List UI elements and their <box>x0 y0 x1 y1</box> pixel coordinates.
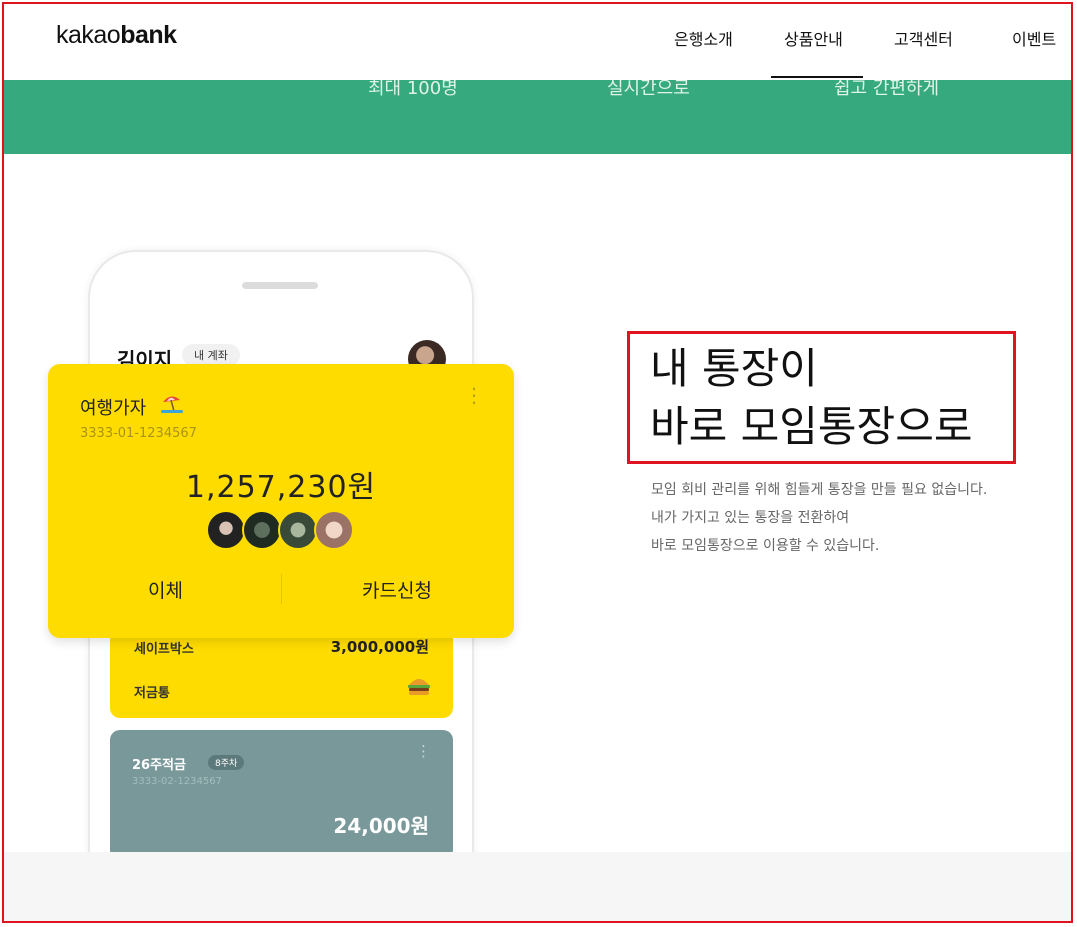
kakaobank-logo[interactable]: kakaobank <box>56 21 177 50</box>
more-vertical-icon[interactable]: ⋮ <box>464 385 484 405</box>
savings-account-number: 3333-02-1234567 <box>132 776 222 787</box>
group-account-card[interactable]: 여행가자 ⋮ 3333-01-1234567 1,257,230원 이체 카드신… <box>48 364 514 638</box>
transfer-button[interactable]: 이체 <box>148 576 183 603</box>
headline-line-2: 바로 모임통장으로 <box>650 402 973 451</box>
burger-icon <box>408 679 430 695</box>
feature-max-members: 최대 100명 <box>368 80 458 99</box>
group-account-balance: 1,257,230원 <box>185 470 377 505</box>
group-account-number: 3333-01-1234567 <box>80 426 197 441</box>
savings-title: 26주적금 <box>132 758 186 773</box>
description-line-1: 모임 회비 관리를 위해 힘들게 통장을 만들 필요 없습니다. <box>651 482 988 498</box>
savings-card[interactable]: 26주적금 8주차 3333-02-1234567 ⋮ 24,000원 <box>110 730 453 860</box>
feature-band: 최대 100명 실시간으로 쉽고 간편하게 <box>4 80 1073 154</box>
nav-item-about[interactable]: 은행소개 <box>674 26 733 50</box>
headline-line-1: 내 통장이 <box>650 344 818 393</box>
phone-speaker <box>242 282 318 289</box>
nav-item-products[interactable]: 상품안내 <box>784 26 843 50</box>
description-line-2: 내가 가지고 있는 통장을 전환하여 <box>651 510 850 526</box>
feature-easy: 쉽고 간편하게 <box>834 80 940 99</box>
avatar <box>278 510 318 550</box>
avatar <box>242 510 282 550</box>
description-line-3: 바로 모임통장으로 이용할 수 있습니다. <box>651 538 880 554</box>
site-header: kakaobank 은행소개 상품안내 고객센터 이벤트 <box>4 4 1073 80</box>
more-vertical-icon[interactable]: ⋮ <box>416 744 431 759</box>
my-account-chip: 내 계좌 <box>182 344 240 366</box>
feature-realtime: 실시간으로 <box>607 80 690 99</box>
savings-amount: 24,000원 <box>333 814 429 838</box>
nav-item-events[interactable]: 이벤트 <box>1012 26 1056 50</box>
beach-umbrella-icon <box>161 396 183 413</box>
logo-text-light: kakao <box>56 21 121 49</box>
hero-description: 모임 회비 관리를 위해 힘들게 통장을 만들 필요 없습니다. 내가 가지고 … <box>651 476 987 560</box>
nav-item-support[interactable]: 고객센터 <box>894 26 953 50</box>
logo-text-bold: bank <box>120 21 177 49</box>
card-apply-button[interactable]: 카드신청 <box>362 576 432 603</box>
avatar <box>206 510 246 550</box>
page-title: 내 통장이 바로 모임통장으로 <box>650 340 972 456</box>
group-account-title: 여행가자 <box>80 398 147 419</box>
avatar <box>314 510 354 550</box>
piggybank-label: 저금통 <box>134 686 170 701</box>
safebox-amount: 3,000,000원 <box>330 638 429 656</box>
savings-week-chip: 8주차 <box>208 755 245 770</box>
safebox-label: 세이프박스 <box>134 642 194 657</box>
next-section-strip <box>4 852 1073 923</box>
active-nav-indicator <box>771 76 863 78</box>
button-divider <box>281 574 282 604</box>
